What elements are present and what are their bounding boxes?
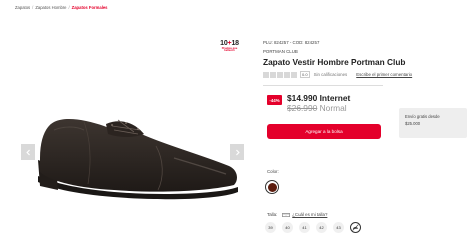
product-image-shoe [38, 119, 238, 200]
product-brand[interactable]: PORTMAN CLUB [263, 49, 298, 54]
breadcrumb-separator: / [68, 5, 70, 10]
gallery-prev-button[interactable] [21, 144, 35, 160]
size-option-39[interactable]: 39 [265, 222, 276, 233]
breadcrumb-item-current: Zapatos Formales [71, 5, 108, 10]
product-title: Zapato Vestir Hombre Portman Club [263, 57, 406, 67]
price-internet: $14.990 Internet [287, 93, 351, 103]
size-options: 39 40 41 42 43 [265, 222, 361, 233]
ruler-icon [282, 212, 291, 217]
size-option-42[interactable]: 42 [316, 222, 327, 233]
color-label: Color: [267, 169, 279, 174]
chevron-left-icon [25, 149, 30, 155]
size-option-43[interactable]: 43 [333, 222, 344, 233]
add-to-cart-button[interactable]: Agregar a la bolsa [267, 124, 381, 139]
shipping-line2: $25.000 [405, 121, 421, 126]
promo-logo-suffix: 18 [231, 40, 239, 47]
size-label: Talla: [267, 212, 278, 217]
breadcrumb-separator: / [32, 5, 34, 10]
breadcrumb: Zapatos / Zapatos Hombre / Zapatos Forma… [15, 5, 108, 10]
size-unavailable-icon[interactable] [350, 222, 361, 233]
size-option-41[interactable]: 41 [299, 222, 310, 233]
breadcrumb-item-zapatos[interactable]: Zapatos [15, 5, 30, 10]
shoe-crossed-icon [352, 224, 359, 231]
ratings-text: Sin calificaciones [313, 72, 348, 77]
star-icon [291, 71, 297, 78]
size-row: Talla: ¿Cuál es mi talla? [267, 212, 327, 217]
size-guide-link[interactable]: ¿Cuál es mi talla? [292, 212, 327, 217]
price-normal: $26.990 Normal [287, 103, 347, 113]
price-normal-value: $26.990 [287, 103, 318, 113]
discount-badge: -44% [267, 95, 282, 105]
star-icon [284, 71, 290, 78]
write-review-link[interactable]: Escribe el primer comentario [356, 72, 412, 77]
color-swatch-dot [267, 182, 277, 192]
price-normal-label: Normal [319, 103, 347, 113]
star-icon [270, 71, 276, 78]
color-swatch-selected[interactable] [265, 180, 279, 194]
divider [263, 85, 383, 86]
product-sku: PLU: 824257 - COD: 824257 [263, 40, 320, 45]
rating-value: 0.0 [300, 71, 310, 78]
promo-logo-prefix: 10 [220, 40, 228, 47]
promo-tagline: Pruebas que bellezón [221, 46, 238, 53]
breadcrumb-item-zapatos-hombre[interactable]: Zapatos Hombre [35, 5, 66, 10]
shipping-info: Envío gratis desde $25.000 [399, 108, 467, 138]
rating-row: 0.0 Sin calificaciones Escribe el primer… [263, 71, 412, 78]
star-icon [277, 71, 283, 78]
size-option-40[interactable]: 40 [282, 222, 293, 233]
shipping-line1: Envío gratis desde [405, 114, 440, 119]
promo-logo: 10+18 Pruebas que bellezón [217, 40, 242, 52]
star-icon [263, 71, 269, 78]
